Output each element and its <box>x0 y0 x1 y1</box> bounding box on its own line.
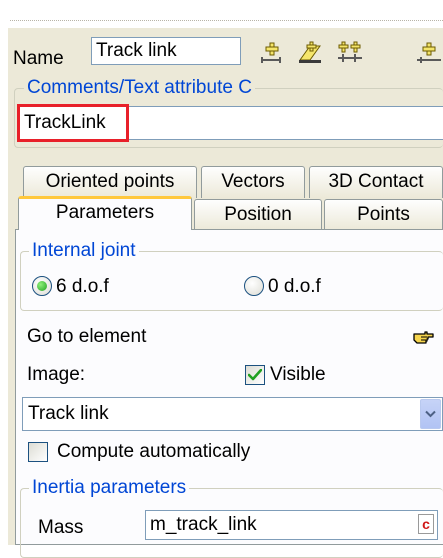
radio-0dof-label: 0 d.o.f <box>268 276 321 297</box>
comments-legend: Comments/Text attribute C <box>24 78 255 98</box>
chevron-down-icon[interactable] <box>420 399 441 429</box>
visible-label: Visible <box>270 364 326 385</box>
internal-joint-legend: Internal joint <box>29 241 139 261</box>
goto-element-label: Go to element <box>27 326 147 347</box>
add-point-icon[interactable] <box>256 38 286 68</box>
check-mark-icon <box>248 369 262 381</box>
tab-position[interactable]: Position <box>194 199 322 230</box>
radio-6dof[interactable] <box>32 276 52 296</box>
add-multiple-icon[interactable] <box>335 38 365 68</box>
tab-parameters[interactable]: Parameters <box>18 196 192 230</box>
tab-3d-contact[interactable]: 3D Contact <box>309 166 443 198</box>
tab-oriented-points[interactable]: Oriented points <box>23 166 197 198</box>
name-field[interactable]: Track link <box>91 37 241 65</box>
image-label: Image: <box>27 364 86 385</box>
pointing-hand-icon[interactable] <box>413 328 435 352</box>
edit-point-icon[interactable] <box>295 38 325 68</box>
name-label: Name <box>13 48 64 69</box>
add-line-icon[interactable] <box>415 38 443 68</box>
image-select[interactable]: Track link <box>22 397 443 431</box>
mass-label: Mass <box>38 517 84 538</box>
visible-checkbox[interactable] <box>245 365 265 385</box>
radio-6dof-label: 6 d.o.f <box>56 276 109 297</box>
compute-auto-checkbox[interactable] <box>28 442 48 462</box>
tab-points[interactable]: Points <box>324 199 443 230</box>
highlight-frame <box>17 104 129 142</box>
top-separator <box>10 20 443 21</box>
mass-field[interactable]: m_track_link <box>145 510 438 540</box>
image-select-value: Track link <box>28 403 109 424</box>
radio-selected-dot <box>37 281 47 291</box>
tab-vectors[interactable]: Vectors <box>201 166 305 198</box>
inertia-legend: Inertia parameters <box>29 478 190 498</box>
mass-value: m_track_link <box>150 514 257 535</box>
c-badge[interactable]: c <box>418 514 434 534</box>
compute-auto-label: Compute automatically <box>57 441 251 462</box>
radio-0dof[interactable] <box>244 276 264 296</box>
